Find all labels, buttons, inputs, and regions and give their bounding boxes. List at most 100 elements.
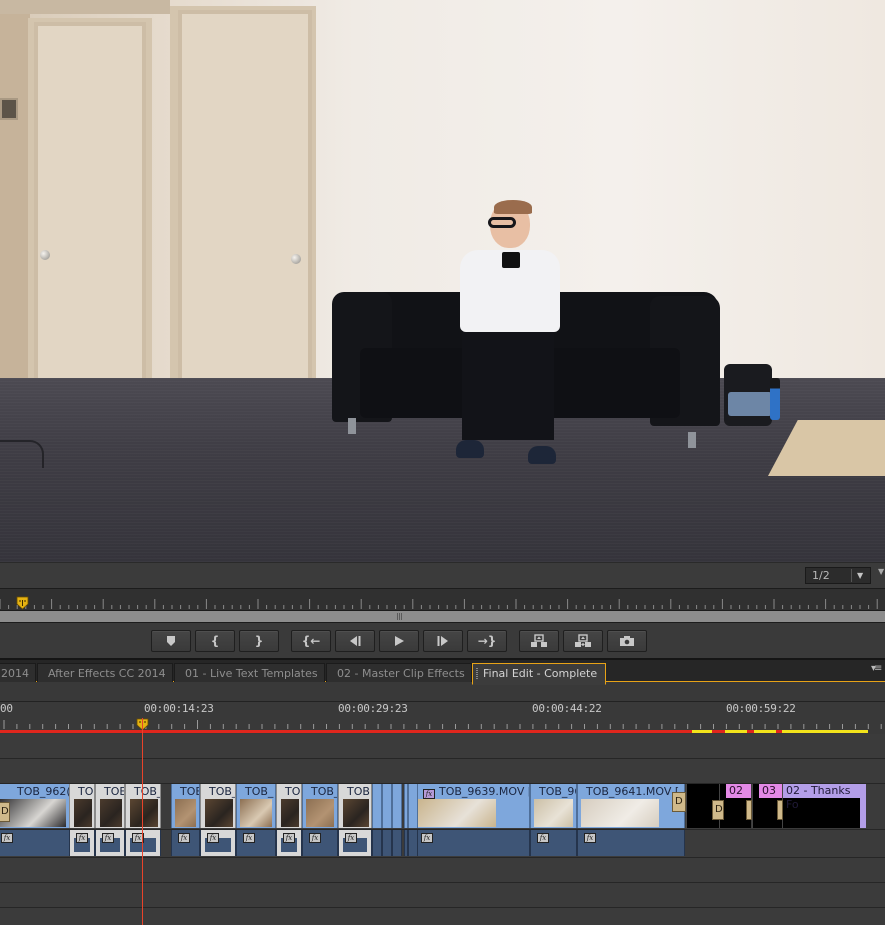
- audio-clip[interactable]: fx: [0, 830, 70, 856]
- scene-glasses: [488, 217, 516, 228]
- audio-clip[interactable]: fx: [69, 830, 95, 856]
- mark-in-button[interactable]: {: [195, 630, 235, 652]
- scrollbar-grip-icon[interactable]: [397, 613, 402, 620]
- clip-name: TOB_: [134, 785, 161, 798]
- video-track-v1[interactable]: TOB_962(TO TOE TOB_ TOE TOB_ TOB_ TO TOB_ TOB. fx…: [0, 784, 885, 830]
- mark-out-button[interactable]: }: [239, 630, 279, 652]
- audio-clip[interactable]: [408, 830, 418, 856]
- lift-button[interactable]: [519, 630, 559, 652]
- fx-badge-icon[interactable]: fx: [537, 833, 549, 843]
- tab-live-text-templates[interactable]: 01 - Live Text Templates: [174, 663, 325, 684]
- fx-badge-icon[interactable]: fx: [421, 833, 433, 843]
- video-clip[interactable]: TOB_: [200, 784, 236, 828]
- mark-out-icon: }: [254, 634, 264, 648]
- video-clip[interactable]: TOB_: [302, 784, 338, 828]
- audio-clip[interactable]: fx: [171, 830, 200, 856]
- fx-badge-icon[interactable]: fx: [283, 833, 295, 843]
- clip-thumbnail: [306, 799, 334, 827]
- audio-clip[interactable]: fx: [200, 830, 236, 856]
- video-clip[interactable]: [372, 784, 382, 828]
- video-track-v2[interactable]: [0, 759, 885, 784]
- fx-badge-icon[interactable]: fx: [584, 833, 596, 843]
- fx-badge-icon[interactable]: fx: [1, 833, 13, 843]
- transition-block[interactable]: D: [0, 802, 10, 822]
- scene-sofa-leg: [688, 432, 696, 448]
- step-back-button[interactable]: [335, 630, 375, 652]
- audio-clip[interactable]: fx: [414, 830, 530, 856]
- audio-clip[interactable]: [382, 830, 392, 856]
- play-button[interactable]: [379, 630, 419, 652]
- extract-button[interactable]: [563, 630, 603, 652]
- audio-clip[interactable]: [372, 830, 382, 856]
- video-clip[interactable]: TOB_962(: [0, 784, 70, 828]
- fx-badge-icon[interactable]: fx: [76, 833, 88, 843]
- audio-clip[interactable]: fx: [302, 830, 338, 856]
- go-to-in-button[interactable]: {←: [291, 630, 331, 652]
- panel-menu-icon[interactable]: ▾≡: [871, 663, 882, 674]
- fx-badge-icon[interactable]: fx: [423, 789, 435, 799]
- render-status-bar: [0, 730, 692, 733]
- clip-name: TOE: [180, 785, 199, 798]
- program-monitor-video[interactable]: [0, 0, 885, 562]
- transition-block[interactable]: D: [712, 800, 724, 820]
- tab-label: 01 - Live Text Templates: [185, 667, 318, 680]
- audio-clip[interactable]: [392, 830, 402, 856]
- title-clip[interactable]: 02 - Thanks Fo: [782, 784, 866, 828]
- video-track-v3[interactable]: [0, 734, 885, 759]
- audio-clip[interactable]: fx: [125, 830, 161, 856]
- tab-master-clip-effects[interactable]: 02 - Master Clip Effects: [326, 663, 472, 684]
- audio-track-a2[interactable]: [0, 858, 885, 883]
- audio-clip[interactable]: fx: [530, 830, 577, 856]
- playback-resolution-select[interactable]: 1/2 ▼: [805, 567, 871, 584]
- scene-sofa-leg: [348, 418, 356, 434]
- fx-badge-icon[interactable]: fx: [243, 833, 255, 843]
- fx-badge-icon[interactable]: fx: [207, 833, 219, 843]
- transition-block[interactable]: [777, 800, 783, 820]
- scene-person-hair: [494, 200, 532, 214]
- audio-track-a1[interactable]: fx fx fx fx fx fx fx fx fx fx fx fx fx: [0, 830, 885, 858]
- tab-final-edit-complete[interactable]: Final Edit - Complete ×: [472, 663, 606, 685]
- audio-track-a3[interactable]: [0, 883, 885, 908]
- fx-badge-icon[interactable]: fx: [102, 833, 114, 843]
- video-clip[interactable]: fx TOB_9639.MOV [V: [414, 784, 530, 828]
- monitor-zoom-scrollbar[interactable]: [0, 610, 885, 623]
- video-clip[interactable]: TOB_: [125, 784, 161, 828]
- render-status-bar: [712, 730, 725, 733]
- settings-chevron-icon[interactable]: ▼: [878, 567, 884, 576]
- video-clip[interactable]: TOB_96: [530, 784, 577, 828]
- transition-block[interactable]: [746, 800, 752, 820]
- video-clip[interactable]: TOB.: [338, 784, 372, 828]
- tab-after-effects-cc-2014[interactable]: After Effects CC 2014: [37, 663, 173, 684]
- video-clip[interactable]: TO: [69, 784, 95, 828]
- monitor-playhead-icon[interactable]: [16, 595, 29, 614]
- go-to-out-button[interactable]: →}: [467, 630, 507, 652]
- video-clip[interactable]: TO: [276, 784, 302, 828]
- video-clip[interactable]: [392, 784, 402, 828]
- timeline-ruler[interactable]: 00 00:00:14:23 00:00:29:23 00:00:44:22 0…: [0, 702, 885, 734]
- render-status-bar: [747, 730, 754, 733]
- tab-drag-grip-icon[interactable]: [476, 668, 478, 680]
- scene-doorknob: [291, 254, 301, 264]
- export-frame-button[interactable]: [607, 630, 647, 652]
- transition-block[interactable]: D: [672, 792, 686, 812]
- monitor-time-ruler[interactable]: [0, 588, 885, 610]
- add-marker-button[interactable]: [151, 630, 191, 652]
- video-clip[interactable]: TOE: [95, 784, 125, 828]
- audio-clip[interactable]: fx: [236, 830, 276, 856]
- fx-badge-icon[interactable]: fx: [178, 833, 190, 843]
- step-forward-button[interactable]: [423, 630, 463, 652]
- timeline-playhead-line[interactable]: [142, 718, 143, 925]
- fx-badge-icon[interactable]: fx: [345, 833, 357, 843]
- audio-clip[interactable]: fx: [577, 830, 685, 856]
- audio-clip[interactable]: fx: [276, 830, 302, 856]
- video-clip[interactable]: [408, 784, 418, 828]
- video-clip[interactable]: TOE: [171, 784, 200, 828]
- audio-clip[interactable]: fx: [338, 830, 372, 856]
- tab-2014[interactable]: 2014: [0, 663, 36, 684]
- audio-track-a4[interactable]: [0, 908, 885, 925]
- audio-clip[interactable]: fx: [95, 830, 125, 856]
- video-clip[interactable]: TOB_: [236, 784, 276, 828]
- video-clip[interactable]: TOB_9641.MOV [: [577, 784, 685, 828]
- video-clip[interactable]: [382, 784, 392, 828]
- fx-badge-icon[interactable]: fx: [309, 833, 321, 843]
